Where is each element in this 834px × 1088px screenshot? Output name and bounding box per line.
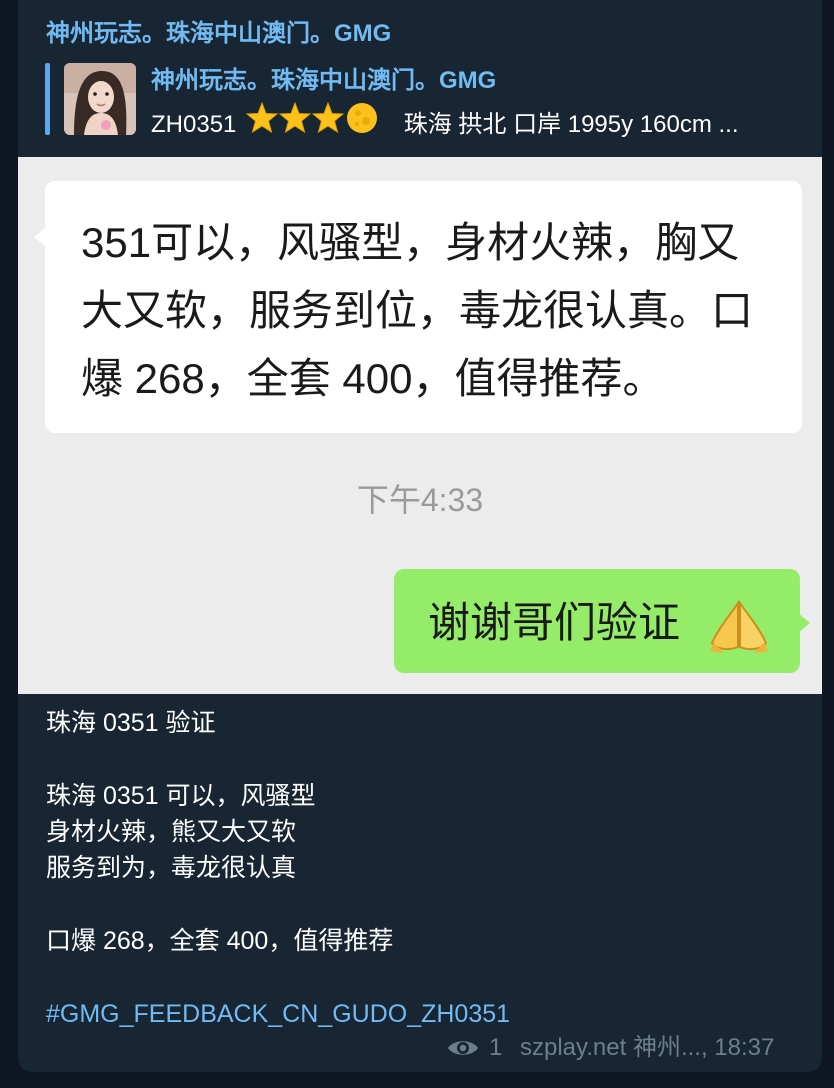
- caption-line: 身材火辣，熊又大又软: [46, 818, 297, 846]
- received-message-text: 351可以，风骚型，身材火辣，胸又大又软，服务到位，毒龙很认真。口爆 268，全…: [81, 219, 754, 402]
- message-meta: 1 szplay.net 神州..., 18:37: [446, 1030, 806, 1066]
- star-icon: [311, 101, 345, 134]
- post-time: 18:37: [714, 1034, 775, 1061]
- post-signature: szplay.net 神州..., 18:37: [520, 1030, 774, 1066]
- chat-time: 下午4:33: [356, 482, 484, 518]
- reply-title: 神州玩志。珠海中山澳门。GMG: [151, 67, 497, 94]
- pray-hands-icon: [710, 599, 768, 653]
- sent-message-text: 谢谢哥们验证: [428, 599, 681, 646]
- reply-text: ZH0351 珠海 拱北 口岸 1995y 160cm ...: [151, 101, 801, 145]
- view-count: 1: [489, 1034, 503, 1061]
- caption-line: 珠海 0351 可以，风骚型: [46, 782, 316, 810]
- star-icon: [245, 101, 279, 134]
- half-moon-icon: [347, 103, 378, 133]
- reply-code: ZH0351: [151, 111, 237, 138]
- caption-line: 服务到为，毒龙很认真: [46, 854, 297, 882]
- rating-stars: [245, 101, 395, 145]
- eye-icon: [448, 1041, 478, 1055]
- hashtag-link[interactable]: #GMG_FEEDBACK_CN_GUDO_ZH0351: [46, 996, 806, 1032]
- signature-text: szplay.net 神州...,: [520, 1034, 708, 1061]
- sent-bubble-tail: [798, 613, 810, 633]
- caption-title: 珠海 0351 验证: [46, 709, 216, 737]
- message-caption: 珠海 0351 验证 珠海 0351 可以，风骚型 身材火辣，熊又大又软 服务到…: [46, 705, 806, 1032]
- chat-screenshot-image[interactable]: 351可以，风骚型，身材火辣，胸又大又软，服务到位，毒龙很认真。口爆 268，全…: [18, 157, 822, 694]
- reply-preview[interactable]: 神州玩志。珠海中山澳门。GMG ZH0351 珠海 拱北 口岸 1995y 16…: [45, 61, 805, 138]
- reply-details: 珠海 拱北 口岸 1995y 160cm ...: [403, 111, 739, 138]
- caption-line: 口爆 268，全套 400，值得推荐: [46, 927, 394, 955]
- star-icon: [278, 101, 312, 134]
- sender-name[interactable]: 神州玩志。珠海中山澳门。GMG: [46, 18, 391, 50]
- reply-accent-bar: [45, 63, 50, 135]
- reply-thumbnail: [64, 63, 136, 135]
